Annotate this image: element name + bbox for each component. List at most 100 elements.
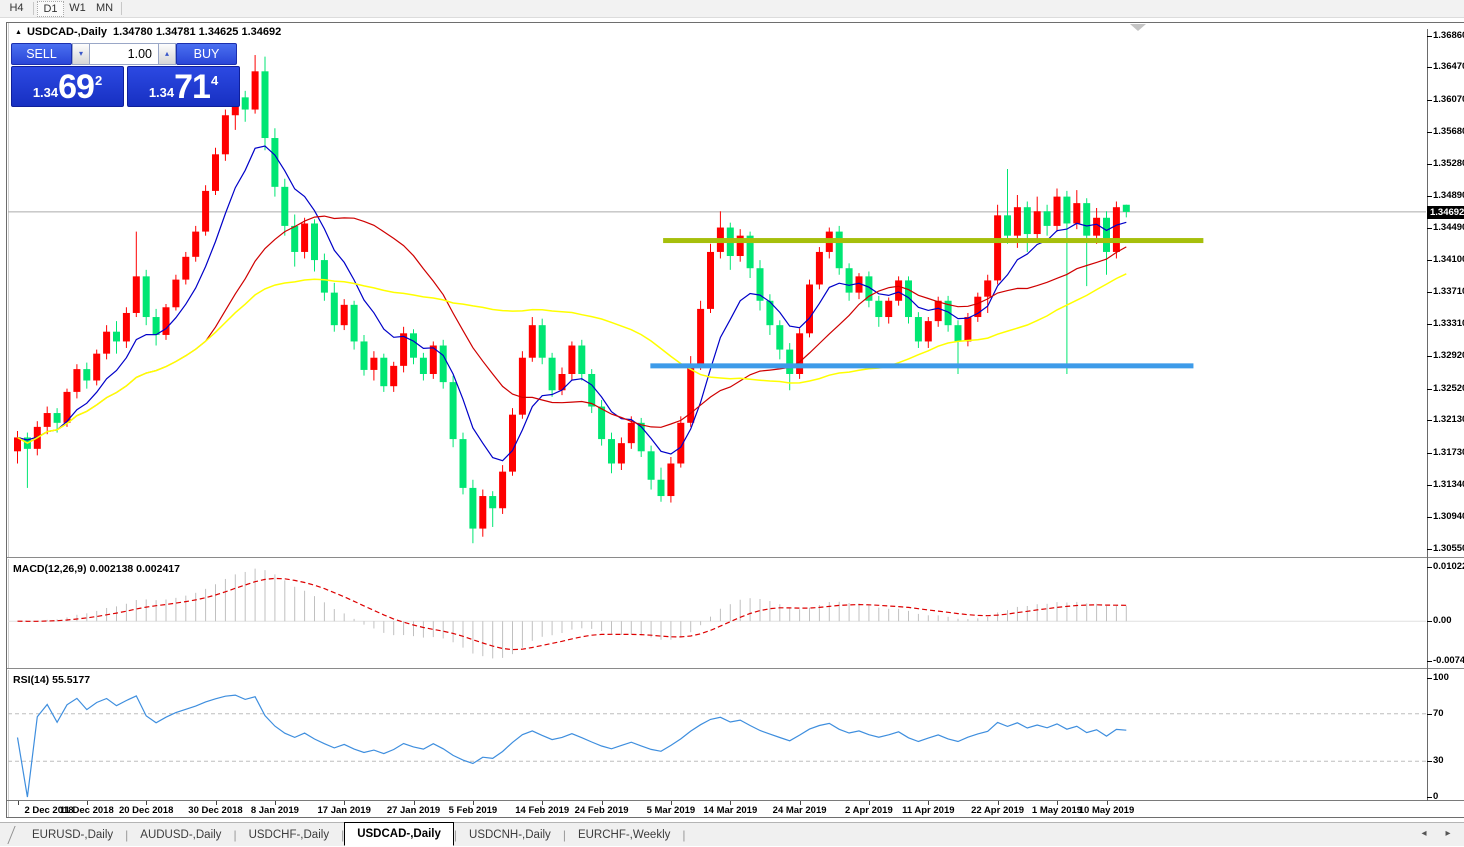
macd-axis-label: 0.00: [1433, 615, 1464, 627]
price-axis-tick: [1427, 420, 1432, 421]
price-axis-tick: [1427, 36, 1432, 37]
current-price-badge: 1.34692: [1427, 206, 1464, 219]
price-axis-label: 1.32130: [1433, 414, 1464, 426]
chart-tab-usdcad-daily[interactable]: USDCAD-,Daily: [344, 822, 454, 846]
tab-scroll-right-button[interactable]: ▸: [1440, 826, 1456, 842]
macd-signal-line: [18, 578, 1127, 649]
price-axis-label: 1.33710: [1433, 286, 1464, 298]
sell-price-big: 69: [58, 70, 94, 104]
price-axis-tick: [1427, 517, 1432, 518]
rsi-axis-tick: [1427, 714, 1432, 715]
price-axis-tick: [1427, 67, 1432, 68]
support-ray: [650, 363, 1193, 368]
date-axis-label: 24 Mar 2019: [760, 805, 840, 816]
chart-tab-audusd-daily[interactable]: AUDUSD-,Daily: [128, 823, 233, 847]
macd-axis-label: 0.010229: [1433, 561, 1464, 573]
chart-tab-eurusd-daily[interactable]: EURUSD-,Daily: [20, 823, 125, 847]
buy-price-sup: 4: [211, 73, 218, 88]
timeframe-button-mn[interactable]: MN: [91, 1, 118, 17]
rsi-value: 55.5177: [52, 674, 90, 686]
fast-ma-line: [18, 146, 1127, 461]
macd-axis-tick: [1427, 661, 1432, 662]
date-axis-label: 5 Feb 2019: [433, 805, 513, 816]
rsi-axis-label: 70: [1433, 708, 1464, 720]
tab-separator: |: [682, 828, 685, 842]
date-axis-label: 17 Jan 2019: [304, 805, 384, 816]
rsi-name: RSI(14): [13, 674, 49, 686]
chart-ohlc-values: 1.34780 1.34781 1.34625 1.34692: [113, 26, 281, 38]
price-axis-label: 1.35280: [1433, 158, 1464, 170]
date-axis-label: 10 May 2019: [1067, 805, 1147, 816]
macd-axis-label: -0.007477: [1433, 655, 1464, 667]
price-axis-label: 1.31730: [1433, 447, 1464, 459]
price-axis-tick: [1427, 228, 1432, 229]
price-axis-tick: [1427, 389, 1432, 390]
rsi-axis-label: 30: [1433, 755, 1464, 767]
price-axis-label: 1.36070: [1433, 94, 1464, 106]
one-click-trading-panel: SELL ▾ ▴ BUY 1.34 69 2 1.34 71 4: [11, 43, 241, 107]
collapse-panel-icon[interactable]: ▲: [15, 29, 22, 36]
volume-increase-button[interactable]: ▴: [158, 43, 176, 65]
sell-price-small: 1.34: [33, 85, 58, 100]
sell-price-display[interactable]: 1.34 69 2: [11, 66, 124, 107]
toolbar-separator: [33, 2, 34, 15]
chart-tab-usdcnh-daily[interactable]: USDCNH-,Daily: [457, 823, 563, 847]
chart-shift-marker-icon: [1130, 24, 1146, 31]
price-axis-tick: [1427, 196, 1432, 197]
date-axis-label: 24 Feb 2019: [562, 805, 642, 816]
macd-pane[interactable]: [8, 559, 1426, 668]
price-axis-tick: [1427, 292, 1432, 293]
price-axis-tick: [1427, 453, 1432, 454]
rsi-label: RSI(14) 55.5177: [13, 674, 90, 686]
rsi-axis-label: 100: [1433, 672, 1464, 684]
sell-button[interactable]: SELL: [11, 43, 72, 65]
price-axis-label: 1.34100: [1433, 254, 1464, 266]
rsi-axis-label: 0: [1433, 791, 1464, 803]
price-axis-label: 1.32520: [1433, 383, 1464, 395]
rsi-axis-tick: [1427, 761, 1432, 762]
rsi-axis-tick: [1427, 678, 1432, 679]
buy-button[interactable]: BUY: [176, 43, 237, 65]
volume-input[interactable]: [90, 43, 158, 65]
macd-histogram: [18, 569, 1127, 659]
chart-window[interactable]: ▲ USDCAD-,Daily 1.34780 1.34781 1.34625 1.…: [6, 22, 1464, 818]
rsi-pane[interactable]: [8, 670, 1426, 800]
price-axis-border: [1427, 29, 1428, 801]
price-axis-label: 1.36470: [1433, 61, 1464, 73]
macd-label: MACD(12,26,9) 0.002138 0.002417: [13, 563, 180, 575]
date-axis-label: 14 Mar 2019: [690, 805, 770, 816]
price-axis-label: 1.36860: [1433, 30, 1464, 42]
timeframe-button-w1[interactable]: W1: [64, 1, 91, 17]
timeframe-toolbar: H4 D1W1MN: [0, 0, 1464, 18]
price-axis-label: 1.30940: [1433, 511, 1464, 523]
sell-price-sup: 2: [95, 73, 102, 88]
price-axis-tick: [1427, 260, 1432, 261]
tab-scroll-left-button[interactable]: ◂: [1416, 826, 1432, 842]
price-chart-pane[interactable]: [8, 29, 1426, 557]
chart-symbol-label: USDCAD-,Daily: [27, 26, 107, 38]
timeframe-button-d1[interactable]: D1: [37, 1, 64, 17]
tab-scroll-arrows: ◂ ▸: [1416, 826, 1456, 842]
price-axis-label: 1.30550: [1433, 543, 1464, 555]
buy-price-small: 1.34: [149, 85, 174, 100]
macd-axis-tick: [1427, 621, 1432, 622]
toolbar-separator: [121, 2, 122, 15]
chart-tab-eurchf-weekly[interactable]: EURCHF-,Weekly: [566, 823, 682, 847]
date-axis-label: 11 Apr 2019: [888, 805, 968, 816]
price-axis-label: 1.32920: [1433, 350, 1464, 362]
price-axis-tick: [1427, 549, 1432, 550]
chart-title: ▲ USDCAD-,Daily 1.34780 1.34781 1.34625 1.…: [15, 26, 281, 38]
volume-decrease-button[interactable]: ▾: [72, 43, 90, 65]
buy-price-display[interactable]: 1.34 71 4: [127, 66, 240, 107]
price-axis-label: 1.34490: [1433, 222, 1464, 234]
price-axis-label: 1.34890: [1433, 190, 1464, 202]
timeframe-buttons: H4 D1W1MN: [3, 1, 125, 17]
price-axis-label: 1.33310: [1433, 318, 1464, 330]
price-axis-tick: [1427, 164, 1432, 165]
macd-values: 0.002138 0.002417: [89, 563, 180, 575]
timeframe-button-h4[interactable]: H4: [3, 1, 30, 17]
chart-tab-usdchf-daily[interactable]: USDCHF-,Daily: [237, 823, 342, 847]
price-axis-tick: [1427, 132, 1432, 133]
chart-tabs: EURUSD-,Daily|AUDUSD-,Daily|USDCHF-,Dail…: [20, 823, 686, 847]
macd-axis-tick: [1427, 567, 1432, 568]
